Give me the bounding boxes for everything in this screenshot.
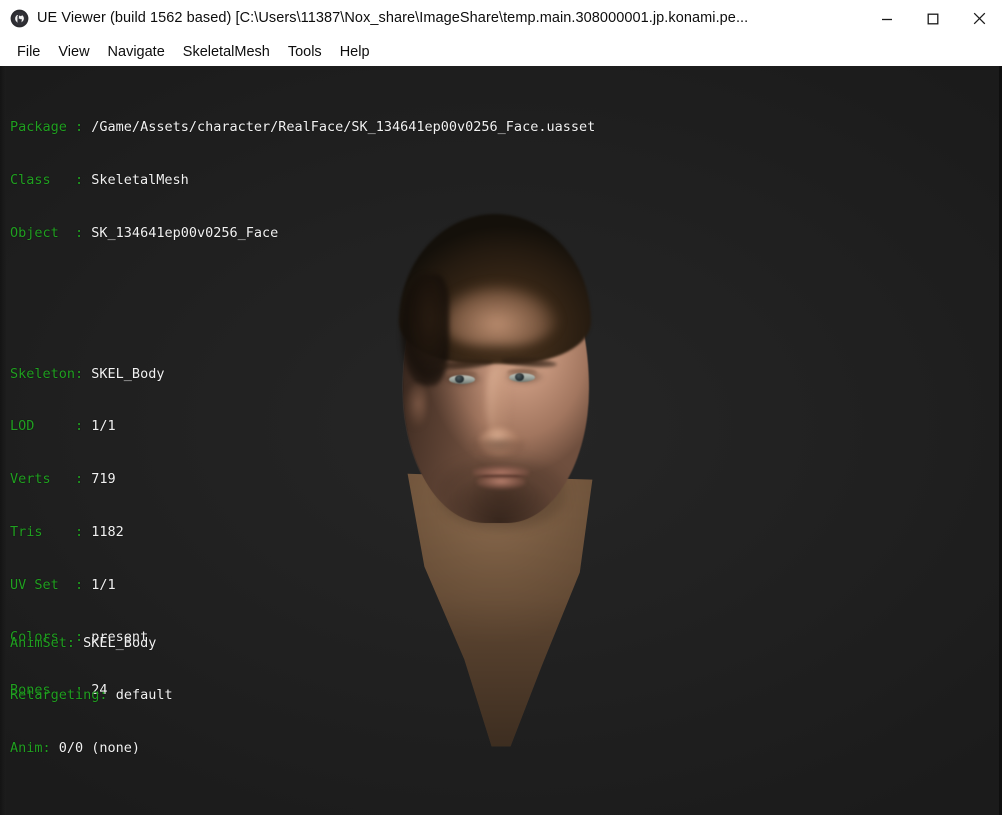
stat-value-lod: 1/1 bbox=[91, 418, 116, 435]
menu-item-help[interactable]: Help bbox=[331, 42, 379, 63]
status-row-anim: Anim: 0/0 (none) bbox=[10, 740, 173, 758]
status-value-retargeting: default bbox=[115, 687, 173, 704]
status-label-retargeting: Retargeting: bbox=[10, 687, 108, 704]
info-row-package: Package : /Game/Assets/character/RealFac… bbox=[10, 119, 595, 137]
window-controls bbox=[864, 0, 1002, 37]
stat-sep-tris: : bbox=[42, 523, 92, 540]
status-row-animset: AnimSet: SKEL_Body bbox=[10, 635, 173, 653]
stat-row-lod: LOD : 1/1 bbox=[10, 418, 595, 436]
status-label-animset: AnimSet: bbox=[10, 634, 76, 651]
status-sep-retargeting bbox=[108, 687, 116, 703]
stat-sep-lod: : bbox=[34, 418, 92, 435]
status-label-anim: Anim: bbox=[10, 740, 51, 757]
stat-value-verts: 719 bbox=[91, 471, 116, 488]
stat-row-uvset: UV Set : 1/1 bbox=[10, 577, 595, 595]
info-row-object: Object : SK_134641ep00v0256_Face bbox=[10, 225, 595, 243]
info-sep-class: : bbox=[50, 171, 92, 188]
stat-label-uvset: UV Set bbox=[10, 576, 59, 593]
animation-status-overlay: AnimSet: SKEL_Body Retargeting: default … bbox=[10, 599, 173, 793]
stat-value-skeleton: SKEL_Body bbox=[91, 365, 165, 382]
stat-value-uvset: 1/1 bbox=[91, 576, 116, 593]
menu-item-view[interactable]: View bbox=[49, 42, 98, 63]
info-label-package: Package bbox=[10, 119, 67, 136]
info-sep-package: : bbox=[66, 119, 92, 136]
stat-label-verts: Verts bbox=[10, 471, 51, 488]
menu-item-file[interactable]: File bbox=[8, 42, 49, 63]
status-sep-anim bbox=[51, 740, 59, 756]
stat-row-skeleton: Skeleton: SKEL_Body bbox=[10, 366, 595, 384]
menu-item-skeletalmesh[interactable]: SkeletalMesh bbox=[174, 42, 279, 63]
minimize-button[interactable] bbox=[864, 0, 910, 37]
info-label-object: Object bbox=[10, 224, 59, 241]
stat-row-tris: Tris : 1182 bbox=[10, 524, 595, 542]
close-button[interactable] bbox=[956, 0, 1002, 37]
menu-item-navigate[interactable]: Navigate bbox=[99, 42, 174, 63]
window-title: UE Viewer (build 1562 based) [C:\Users\1… bbox=[37, 11, 749, 26]
info-row-class: Class : SkeletalMesh bbox=[10, 172, 595, 190]
unreal-engine-logo-icon bbox=[10, 9, 29, 28]
viewport-left-edge bbox=[0, 66, 6, 815]
minimize-icon bbox=[882, 18, 892, 20]
status-value-animset: SKEL_Body bbox=[83, 634, 157, 651]
stat-row-verts: Verts : 719 bbox=[10, 471, 595, 489]
info-value-package: /Game/Assets/character/RealFace/SK_13464… bbox=[91, 119, 596, 136]
stat-sep-uvset: : bbox=[58, 576, 92, 593]
ue-viewer-window: UE Viewer (build 1562 based) [C:\Users\1… bbox=[0, 0, 1002, 815]
stat-label-lod: LOD bbox=[10, 418, 35, 435]
stat-value-tris: 1182 bbox=[91, 523, 124, 540]
status-sep-animset bbox=[75, 635, 83, 651]
info-value-class: SkeletalMesh bbox=[91, 171, 189, 188]
status-value-anim: 0/0 (none) bbox=[58, 740, 141, 757]
stat-label-tris: Tris bbox=[10, 523, 43, 540]
status-row-retargeting: Retargeting: default bbox=[10, 687, 173, 705]
stat-sep-verts: : bbox=[50, 471, 92, 488]
menu-item-tools[interactable]: Tools bbox=[279, 42, 331, 63]
title-bar[interactable]: UE Viewer (build 1562 based) [C:\Users\1… bbox=[0, 0, 1002, 38]
title-bar-left: UE Viewer (build 1562 based) [C:\Users\1… bbox=[0, 0, 864, 37]
close-icon bbox=[973, 12, 985, 25]
maximize-button[interactable] bbox=[910, 0, 956, 37]
render-viewport[interactable]: Package : /Game/Assets/character/RealFac… bbox=[0, 66, 1002, 815]
info-blank-line bbox=[10, 295, 595, 313]
info-label-class: Class bbox=[10, 171, 51, 188]
info-value-object: SK_134641ep00v0256_Face bbox=[91, 224, 279, 241]
menu-bar: File View Navigate SkeletalMesh Tools He… bbox=[0, 38, 1002, 66]
maximize-icon bbox=[927, 13, 939, 24]
info-sep-object: : bbox=[58, 224, 92, 241]
stat-label-skeleton: Skeleton: bbox=[10, 365, 84, 382]
